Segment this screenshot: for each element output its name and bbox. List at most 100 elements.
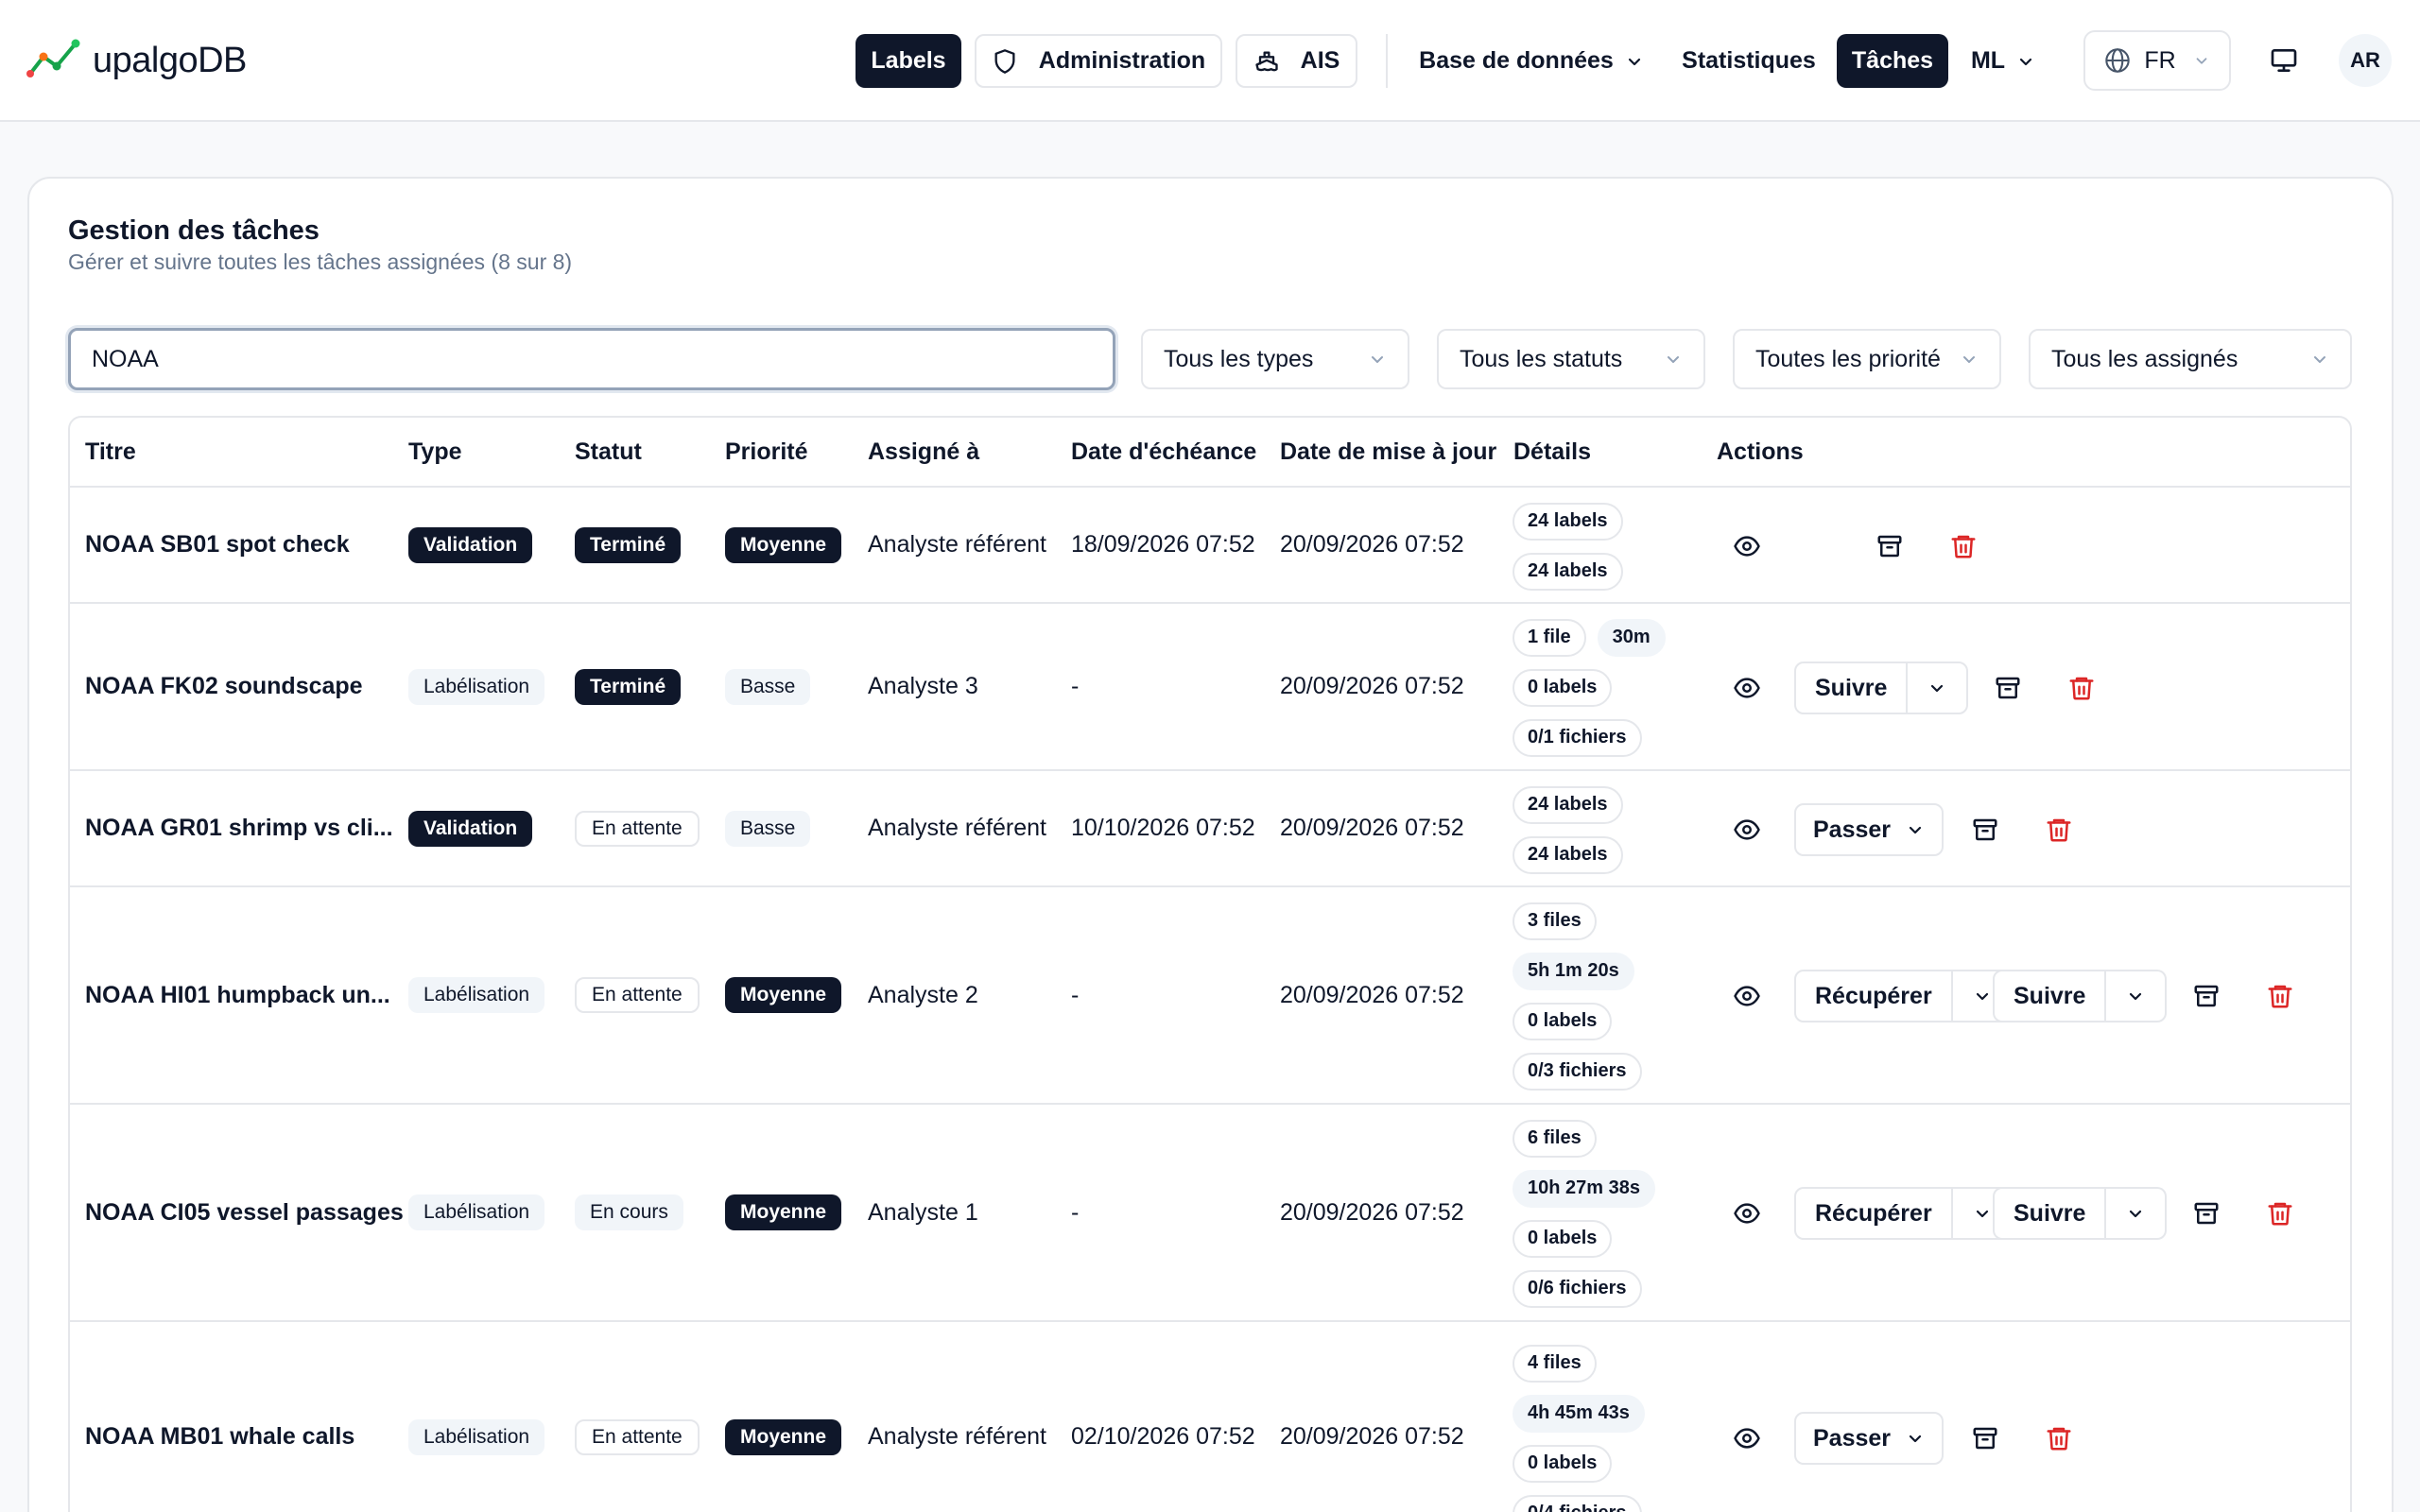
- detail-chip: 24 labels: [1512, 502, 1623, 541]
- column-header-priority[interactable]: Priorité: [725, 418, 808, 486]
- type-filter-select[interactable]: Tous les types: [1141, 329, 1409, 389]
- due-date: 02/10/2026 07:52: [1071, 1322, 1255, 1512]
- status-badge-cell: En attente: [575, 771, 700, 885]
- detail-chip: 3 files: [1512, 902, 1597, 940]
- trash-icon[interactable]: [1945, 527, 1982, 565]
- nav-statistics-button[interactable]: Statistiques: [1673, 34, 1824, 88]
- column-header-assignee[interactable]: Assigné à: [868, 418, 979, 486]
- archive-icon[interactable]: [2187, 1194, 2225, 1232]
- chevron-down-icon: [1960, 350, 1979, 369]
- detail-chip: 6 files: [1512, 1119, 1597, 1158]
- search-input[interactable]: [68, 328, 1115, 390]
- assignee: Analyste 3: [868, 604, 978, 769]
- column-header-updated-date[interactable]: Date de mise à jour: [1280, 418, 1496, 486]
- status-badge: En attente: [575, 977, 700, 1013]
- details-line: 0/4 fichiers: [1512, 1488, 1645, 1512]
- nav-administration-button[interactable]: Administration: [975, 34, 1222, 88]
- view-icon[interactable]: [1728, 1419, 1766, 1457]
- nav-database-label: Base de données: [1419, 47, 1614, 74]
- language-selector[interactable]: FR: [2083, 30, 2231, 91]
- priority-filter-value: Toutes les priorité: [1755, 345, 1941, 372]
- view-icon[interactable]: [1728, 977, 1766, 1015]
- follow-button[interactable]: Suivre: [1995, 1189, 2104, 1238]
- view-icon[interactable]: [1728, 527, 1766, 565]
- follow-button-label: Suivre: [1815, 674, 1888, 701]
- chevron-down-icon: [1927, 679, 1946, 697]
- archive-icon[interactable]: [1989, 669, 2027, 707]
- status-badge-cell: En cours: [575, 1105, 683, 1320]
- assignee-text: Analyste référent: [868, 815, 1046, 841]
- chevron-down-icon: [2016, 52, 2035, 71]
- page-title: Gestion des tâches: [68, 215, 320, 246]
- detail-chip: 0 labels: [1512, 668, 1613, 707]
- archive-icon[interactable]: [2187, 977, 2225, 1015]
- table-row[interactable]: NOAA HI01 humpback un... Labélisation En a…: [70, 885, 2350, 1103]
- nav-ml-menu[interactable]: ML: [1962, 34, 2045, 88]
- detail-chip: 24 labels: [1512, 785, 1623, 824]
- type-badge: Validation: [408, 810, 533, 847]
- status-badge-cell: Terminé: [575, 488, 682, 602]
- column-header-due-date[interactable]: Date d'échéance: [1071, 418, 1256, 486]
- nav-statistics-label: Statistiques: [1682, 47, 1816, 74]
- nav-labels-button[interactable]: Labels: [856, 34, 961, 88]
- nav-ais-button[interactable]: AIS: [1236, 34, 1357, 88]
- skip-button[interactable]: Passer: [1796, 805, 1942, 854]
- view-icon[interactable]: [1728, 669, 1766, 707]
- follow-button[interactable]: Suivre: [1796, 663, 1906, 713]
- trash-icon[interactable]: [2063, 669, 2100, 707]
- archive-icon[interactable]: [1966, 1419, 2004, 1457]
- details-line: 24 labels: [1512, 496, 1623, 546]
- priority-filter-select[interactable]: Toutes les priorité: [1733, 329, 2001, 389]
- follow-menu-toggle[interactable]: [2104, 1189, 2165, 1238]
- follow-split-button[interactable]: Suivre: [1993, 1187, 2168, 1240]
- recover-split-button[interactable]: Récupérer: [1794, 970, 2014, 1022]
- table-row[interactable]: NOAA GR01 shrimp vs cli... Validation En a…: [70, 769, 2350, 885]
- detail-chip: 24 labels: [1512, 552, 1623, 591]
- nav-tasks-button[interactable]: Tâches: [1837, 34, 1948, 88]
- archive-icon[interactable]: [1966, 811, 2004, 849]
- due-date-text: 02/10/2026 07:52: [1071, 1423, 1255, 1450]
- recover-button[interactable]: Récupérer: [1796, 971, 1951, 1021]
- table-row[interactable]: NOAA FK02 soundscape Labélisation Terminé B…: [70, 602, 2350, 769]
- priority-badge: Moyenne: [725, 977, 842, 1013]
- column-header-title[interactable]: Titre: [85, 418, 136, 486]
- nav-database-menu[interactable]: Base de données: [1418, 34, 1645, 88]
- follow-button-label: Suivre: [2014, 1199, 2086, 1227]
- skip-split-button[interactable]: Passer: [1794, 1412, 1945, 1465]
- updated-date-text: 20/09/2026 07:52: [1280, 981, 1464, 1008]
- updated-date: 20/09/2026 07:52: [1280, 1105, 1464, 1320]
- archive-icon[interactable]: [1871, 527, 1909, 565]
- assignee-filter-select[interactable]: Tous les assignés: [2029, 329, 2352, 389]
- recover-button[interactable]: Récupérer: [1796, 1189, 1951, 1238]
- follow-split-button[interactable]: Suivre: [1993, 970, 2168, 1022]
- brand[interactable]: upalgoDB: [26, 36, 247, 85]
- trash-icon[interactable]: [2040, 1419, 2078, 1457]
- recover-split-button[interactable]: Récupérer: [1794, 1187, 2014, 1240]
- view-icon[interactable]: [1728, 1194, 1766, 1232]
- nav-labels-label: Labels: [871, 47, 946, 74]
- follow-menu-toggle[interactable]: [1906, 663, 1966, 713]
- task-title: NOAA FK02 soundscape: [85, 604, 363, 769]
- follow-split-button[interactable]: Suivre: [1794, 662, 1969, 714]
- table-row[interactable]: NOAA CI05 vessel passages Labélisation En …: [70, 1103, 2350, 1320]
- details-list: 3 files 5h 1m 20s 0 labels 0/3 fichiers: [1512, 896, 1642, 1096]
- skip-split-button[interactable]: Passer: [1794, 803, 1945, 856]
- status-filter-select[interactable]: Tous les statuts: [1437, 329, 1705, 389]
- table-row[interactable]: NOAA SB01 spot check Validation Terminé Moy…: [70, 486, 2350, 602]
- monitor-icon[interactable]: [2269, 45, 2299, 76]
- follow-menu-toggle[interactable]: [2104, 971, 2165, 1021]
- table-row[interactable]: NOAA MB01 whale calls Labélisation En atte…: [70, 1320, 2350, 1512]
- details-list: 24 labels 24 labels: [1512, 780, 1623, 880]
- column-header-status[interactable]: Statut: [575, 418, 642, 486]
- view-icon[interactable]: [1728, 811, 1766, 849]
- details-line: 0/3 fichiers: [1512, 1046, 1642, 1096]
- user-avatar[interactable]: AR: [2339, 34, 2392, 87]
- priority-badge: Moyenne: [725, 526, 842, 563]
- skip-button[interactable]: Passer: [1796, 1414, 1942, 1463]
- trash-icon[interactable]: [2261, 977, 2299, 1015]
- trash-icon[interactable]: [2040, 811, 2078, 849]
- priority-badge-cell: Basse: [725, 771, 811, 885]
- trash-icon[interactable]: [2261, 1194, 2299, 1232]
- follow-button[interactable]: Suivre: [1995, 971, 2104, 1021]
- column-header-type[interactable]: Type: [408, 418, 462, 486]
